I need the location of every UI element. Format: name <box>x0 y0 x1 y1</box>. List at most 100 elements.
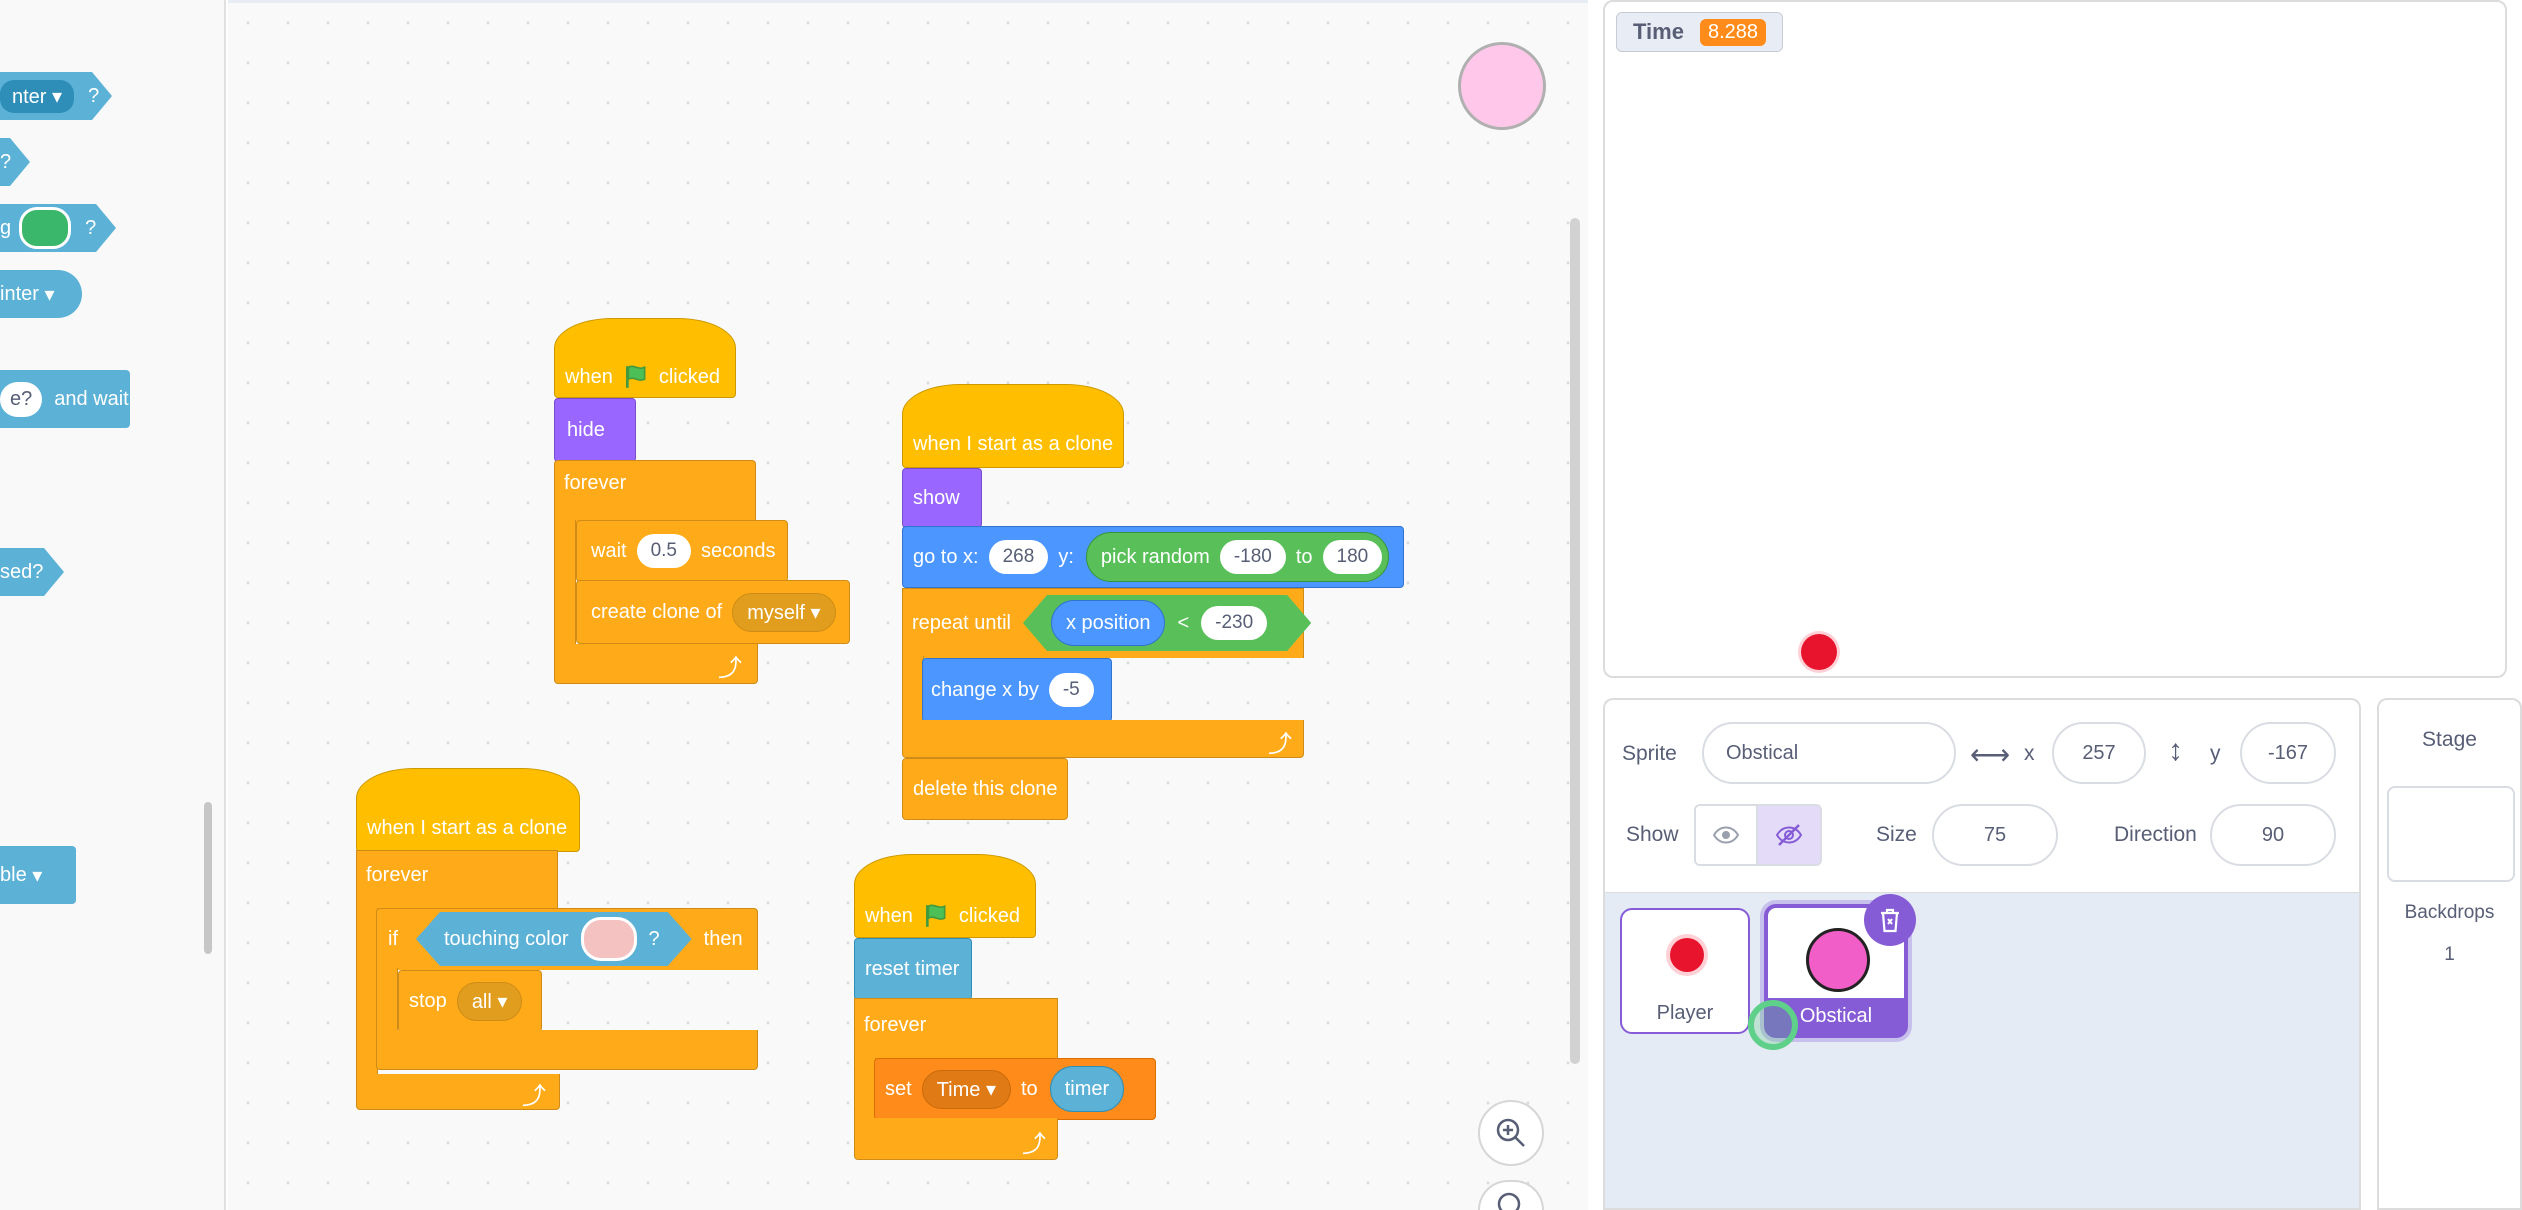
palette-touching-color-block[interactable]: g ? <box>0 204 116 252</box>
sprite-thumbnail <box>1806 928 1870 992</box>
hide-block[interactable]: hide <box>554 398 636 462</box>
reset-timer-block[interactable]: reset timer <box>854 938 972 1000</box>
forever-arm <box>356 908 378 1078</box>
block-text: create clone of <box>591 600 723 623</box>
stage-selector-pane[interactable]: Stage Backdrops 1 <box>2377 698 2522 1210</box>
show-block[interactable]: show <box>902 468 982 528</box>
random-to-input[interactable]: 180 <box>1322 540 1383 574</box>
zoom-in-icon <box>1496 1118 1525 1147</box>
ask-input[interactable]: e? <box>0 381 43 417</box>
forever-arm <box>854 1058 876 1120</box>
block-text: then <box>703 927 743 950</box>
forever-label: forever <box>564 472 626 495</box>
when-flag-clicked-hat[interactable]: when clicked <box>554 318 736 398</box>
set-variable-block[interactable]: set Time ▾ to timer <box>874 1058 1156 1120</box>
create-clone-block[interactable]: create clone of myself ▾ <box>576 580 850 644</box>
visibility-toggle <box>1694 804 1822 866</box>
show-visible-button[interactable] <box>1696 806 1757 864</box>
stop-block[interactable]: stop all ▾ <box>398 970 542 1032</box>
wait-seconds-input[interactable]: 0.5 <box>636 534 691 568</box>
color-swatch[interactable] <box>581 917 637 961</box>
direction-value: 90 <box>2261 823 2285 846</box>
pick-random-block[interactable]: pick random -180 to 180 <box>1085 532 1390 582</box>
sprite-name-value: Obstical <box>1726 741 1799 764</box>
block-text: pick random <box>1100 545 1210 568</box>
backdrops-label: Backdrops <box>2404 902 2495 923</box>
sprite-name: Player <box>1656 1002 1714 1024</box>
palette-text: ? <box>85 216 97 239</box>
workspace-scrollbar[interactable] <box>1570 218 1580 1064</box>
cursor-highlight <box>1748 1000 1798 1050</box>
if-arm <box>376 968 398 1032</box>
loop-arrow-icon: ⤴ <box>1268 731 1292 758</box>
sprite-tile-player[interactable]: Player <box>1620 908 1750 1034</box>
variable-dropdown[interactable]: Time ▾ <box>921 1069 1011 1109</box>
forever-label: forever <box>366 864 428 887</box>
size-input[interactable]: 75 <box>1932 804 2058 866</box>
block-text: to <box>1295 545 1313 568</box>
when-start-as-clone-hat[interactable]: when I start as a clone <box>356 768 580 852</box>
palette-sensing-block[interactable]: nter ▾ ? <box>0 72 112 120</box>
palette-dropdown-label: nter <box>12 85 47 108</box>
palette-scrollbar[interactable] <box>204 802 212 954</box>
touching-color-block[interactable]: touching color ? <box>416 912 692 966</box>
zoom-in-button[interactable] <box>1478 1100 1544 1166</box>
block-text: to <box>1021 1077 1038 1100</box>
palette-sensing-block[interactable]: sed? <box>0 548 64 596</box>
block-text: hide <box>567 418 605 441</box>
palette-set-block[interactable]: ble ▾ <box>0 846 76 904</box>
palette-text: inter <box>0 282 39 305</box>
block-text: delete this clone <box>913 777 1058 800</box>
when-flag-clicked-hat[interactable]: when clicked <box>854 854 1036 938</box>
random-from-input[interactable]: -180 <box>1219 540 1286 574</box>
stop-option-dropdown[interactable]: all ▾ <box>456 981 523 1021</box>
time-variable-monitor[interactable]: Time 8.288 <box>1616 12 1784 52</box>
block-text: clicked <box>658 365 720 388</box>
show-hidden-button[interactable] <box>1756 806 1820 864</box>
change-x-input[interactable]: -5 <box>1048 673 1094 707</box>
wait-block[interactable]: wait 0.5 seconds <box>576 520 788 582</box>
delete-sprite-button[interactable] <box>1864 894 1916 946</box>
delete-clone-block[interactable]: delete this clone <box>902 758 1068 820</box>
palette-text: ? <box>0 150 12 173</box>
y-label: y <box>2210 742 2221 765</box>
block-palette: nter ▾ ? ? g ? inter ▾ e? and wait sed? … <box>0 0 226 1210</box>
block-text: when <box>565 365 613 388</box>
palette-dropdown[interactable]: nter ▾ <box>0 80 74 113</box>
y-position-input[interactable]: -167 <box>2240 722 2336 784</box>
palette-reporter-block[interactable]: inter ▾ <box>0 270 82 318</box>
size-value: 75 <box>1983 823 2007 846</box>
direction-input[interactable]: 90 <box>2210 804 2336 866</box>
monitor-label: Time <box>1633 19 1684 44</box>
palette-sensing-block[interactable]: ? <box>0 138 30 186</box>
timer-reporter[interactable]: timer <box>1049 1066 1125 1112</box>
sprite-name-input[interactable]: Obstical <box>1702 722 1956 784</box>
forever-label: forever <box>864 1014 926 1037</box>
trash-icon <box>1881 908 1899 933</box>
change-x-block[interactable]: change x by -5 <box>922 658 1112 722</box>
loop-arrow-icon: ⤴ <box>718 655 742 682</box>
block-text: when <box>865 904 913 927</box>
loop-arrow-icon: ⤴ <box>522 1083 546 1110</box>
x-position-reporter[interactable]: x position <box>1051 600 1166 646</box>
block-text: when I start as a clone <box>913 432 1114 455</box>
y-value: -167 <box>2267 741 2309 764</box>
palette-ask-block[interactable]: e? and wait <box>0 370 130 428</box>
less-than-block[interactable]: x position < -230 <box>1023 595 1311 651</box>
clone-target-dropdown[interactable]: myself ▾ <box>732 592 836 632</box>
player-sprite-on-stage[interactable] <box>1801 634 1837 670</box>
block-text: timer <box>1064 1077 1110 1100</box>
stage-canvas[interactable] <box>1603 0 2507 678</box>
block-text: clicked <box>958 904 1020 927</box>
x-input[interactable]: 268 <box>988 540 1049 574</box>
color-swatch[interactable] <box>19 207 71 249</box>
when-start-as-clone-hat[interactable]: when I start as a clone <box>902 384 1124 468</box>
limit-input[interactable]: -230 <box>1201 606 1267 640</box>
block-text: < <box>1177 611 1190 634</box>
backdrop-thumbnail[interactable] <box>2387 786 2515 882</box>
go-to-xy-block[interactable]: go to x: 268 y: pick random -180 to 180 <box>902 526 1404 588</box>
zoom-out-icon <box>1497 1192 1521 1210</box>
block-text: ? <box>648 927 660 950</box>
block-text: y: <box>1058 545 1074 568</box>
x-position-input[interactable]: 257 <box>2052 722 2146 784</box>
